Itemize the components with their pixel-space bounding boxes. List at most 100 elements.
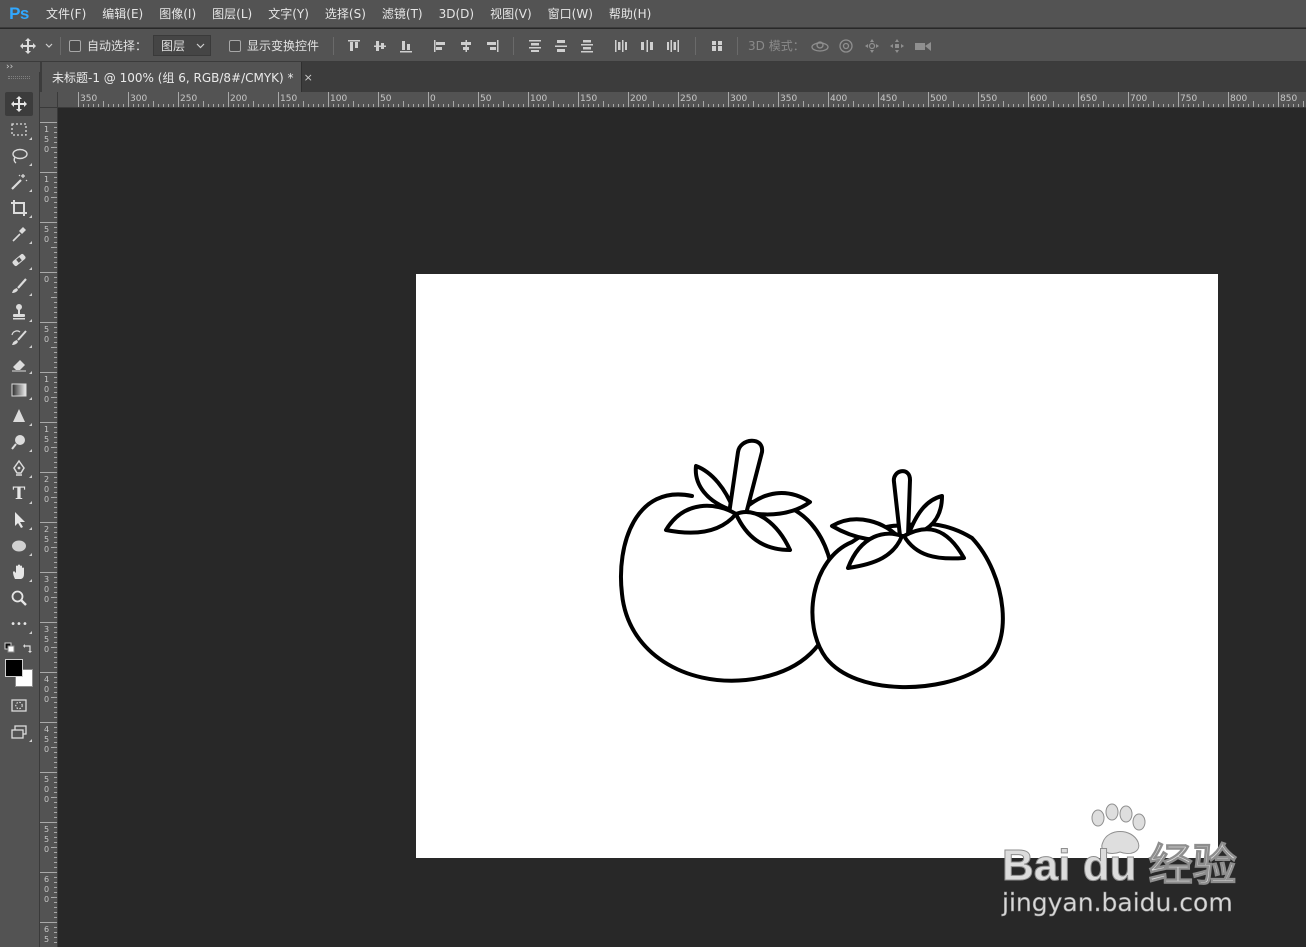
move-tool-icon[interactable] <box>5 92 33 116</box>
ruler-tick <box>273 104 274 107</box>
toolbar-grip[interactable] <box>8 76 30 79</box>
magic-wand-tool-icon[interactable] <box>5 170 33 194</box>
3d-pan-button[interactable] <box>862 29 882 62</box>
ruler-label: 350 <box>780 94 798 104</box>
ruler-tick <box>54 387 57 388</box>
blur-tool-icon[interactable] <box>5 404 33 428</box>
ruler-origin[interactable] <box>40 92 58 108</box>
menu-edit[interactable]: 编辑(E) <box>94 0 151 28</box>
brush-tool-icon[interactable] <box>5 274 33 298</box>
default-colors-icon[interactable] <box>4 642 16 654</box>
align-right-edges-button[interactable] <box>483 29 501 62</box>
healing-brush-tool-icon[interactable] <box>5 248 33 272</box>
ruler-tick <box>443 104 444 107</box>
toolbar-collapse-toggle[interactable]: ›› <box>0 62 40 72</box>
eraser-tool-icon[interactable] <box>5 352 33 376</box>
eyedropper-tool-icon[interactable] <box>5 222 33 246</box>
ruler-tick <box>513 104 514 107</box>
align-vertical-centers-button[interactable] <box>371 29 389 62</box>
screen-mode-icon[interactable] <box>5 720 33 744</box>
ruler-tick <box>1033 104 1034 107</box>
hand-tool-icon[interactable] <box>5 560 33 584</box>
rectangular-marquee-tool-icon[interactable] <box>5 118 33 142</box>
type-tool-icon[interactable]: T <box>5 482 33 506</box>
ruler-tick <box>288 104 289 107</box>
foreground-color-swatch[interactable] <box>5 659 23 677</box>
align-top-edges-button[interactable] <box>345 29 363 62</box>
path-selection-tool-icon[interactable] <box>5 508 33 532</box>
distribute-horizontal-centers-button[interactable] <box>638 29 656 62</box>
horizontal-ruler[interactable]: 350 300 250 200 150 100 50 0 50 100 150 200 250 300 35… <box>58 92 1306 108</box>
menu-file[interactable]: 文件(F) <box>38 0 94 28</box>
ruler-tick <box>128 92 129 107</box>
gradient-tool-icon[interactable] <box>5 378 33 402</box>
document-tab[interactable]: 未标题-1 @ 100% (组 6, RGB/8#/CMYK) * × <box>42 62 313 92</box>
ruler-tick <box>88 104 89 107</box>
ruler-label: 5 <box>43 535 50 544</box>
ruler-tick <box>463 104 464 107</box>
menu-select[interactable]: 选择(S) <box>317 0 374 28</box>
menu-image[interactable]: 图像(I) <box>151 0 204 28</box>
3d-scale-button[interactable] <box>912 29 934 62</box>
swap-colors-icon[interactable] <box>22 642 34 654</box>
ruler-tick <box>54 407 57 408</box>
distribute-top-edges-button[interactable] <box>526 29 544 62</box>
move-tool-preset-picker[interactable] <box>18 29 56 62</box>
3d-slide-icon <box>890 38 904 53</box>
auto-select-target-dropdown[interactable]: 图层 <box>153 35 211 56</box>
ruler-tick <box>1178 92 1179 107</box>
document-canvas[interactable] <box>416 274 1218 858</box>
pen-tool-icon[interactable] <box>5 456 33 480</box>
ruler-tick <box>54 307 57 308</box>
ruler-tick <box>1283 104 1284 107</box>
ruler-label: 0 <box>43 795 50 804</box>
ruler-label: 1 <box>43 175 50 184</box>
ruler-tick <box>763 104 764 107</box>
align-left-edges-button[interactable] <box>431 29 449 62</box>
vertical-ruler[interactable]: 1501005005010015020025030035040045050055… <box>40 108 58 947</box>
3d-roll-icon <box>839 38 853 53</box>
ruler-tick <box>54 642 57 643</box>
quick-mask-mode-icon[interactable] <box>5 694 33 718</box>
ruler-tick <box>573 104 574 107</box>
photoshop-logo[interactable]: Ps <box>0 0 38 28</box>
distribute-bottom-edges-button[interactable] <box>578 29 596 62</box>
dodge-tool-icon[interactable] <box>5 430 33 454</box>
auto-align-icon <box>711 40 723 51</box>
menu-view[interactable]: 视图(V) <box>482 0 540 28</box>
menu-3d[interactable]: 3D(D) <box>431 0 482 28</box>
distribute-left-edges-button[interactable] <box>612 29 630 62</box>
menu-window[interactable]: 窗口(W) <box>540 0 601 28</box>
distribute-vertical-centers-button[interactable] <box>552 29 570 62</box>
3d-slide-button[interactable] <box>887 29 907 62</box>
auto-select-checkbox[interactable] <box>69 39 81 52</box>
align-bottom-edges-button[interactable] <box>397 29 415 62</box>
menu-help[interactable]: 帮助(H) <box>601 0 659 28</box>
edit-toolbar-icon[interactable]: ••• <box>5 612 33 636</box>
3d-roll-button[interactable] <box>836 29 856 62</box>
ruler-tick <box>623 104 624 107</box>
ruler-tick <box>523 104 524 107</box>
ruler-tick <box>588 104 589 107</box>
ellipse-tool-icon[interactable] <box>5 534 33 558</box>
lasso-tool-icon[interactable] <box>5 144 33 168</box>
align-horizontal-centers-button[interactable] <box>457 29 475 62</box>
zoom-tool-icon[interactable] <box>5 586 33 610</box>
tools-panel: T ••• <box>0 72 40 947</box>
show-transform-controls-checkbox[interactable] <box>229 39 241 52</box>
show-transform-controls-label: 显示变换控件 <box>247 39 320 53</box>
distribute-right-edges-button[interactable] <box>664 29 682 62</box>
clone-stamp-tool-icon[interactable] <box>5 300 33 324</box>
ruler-tick <box>773 104 774 107</box>
ruler-tick <box>54 852 57 853</box>
3d-orbit-button[interactable] <box>809 29 831 62</box>
history-brush-tool-icon[interactable] <box>5 326 33 350</box>
menu-filter[interactable]: 滤镜(T) <box>374 0 431 28</box>
crop-tool-icon[interactable] <box>5 196 33 220</box>
menu-type[interactable]: 文字(Y) <box>260 0 317 28</box>
ruler-tick <box>233 104 234 107</box>
ruler-tick <box>54 632 57 633</box>
menu-layer[interactable]: 图层(L) <box>204 0 260 28</box>
close-icon[interactable]: × <box>304 71 313 84</box>
auto-align-layers-button[interactable] <box>708 29 726 62</box>
